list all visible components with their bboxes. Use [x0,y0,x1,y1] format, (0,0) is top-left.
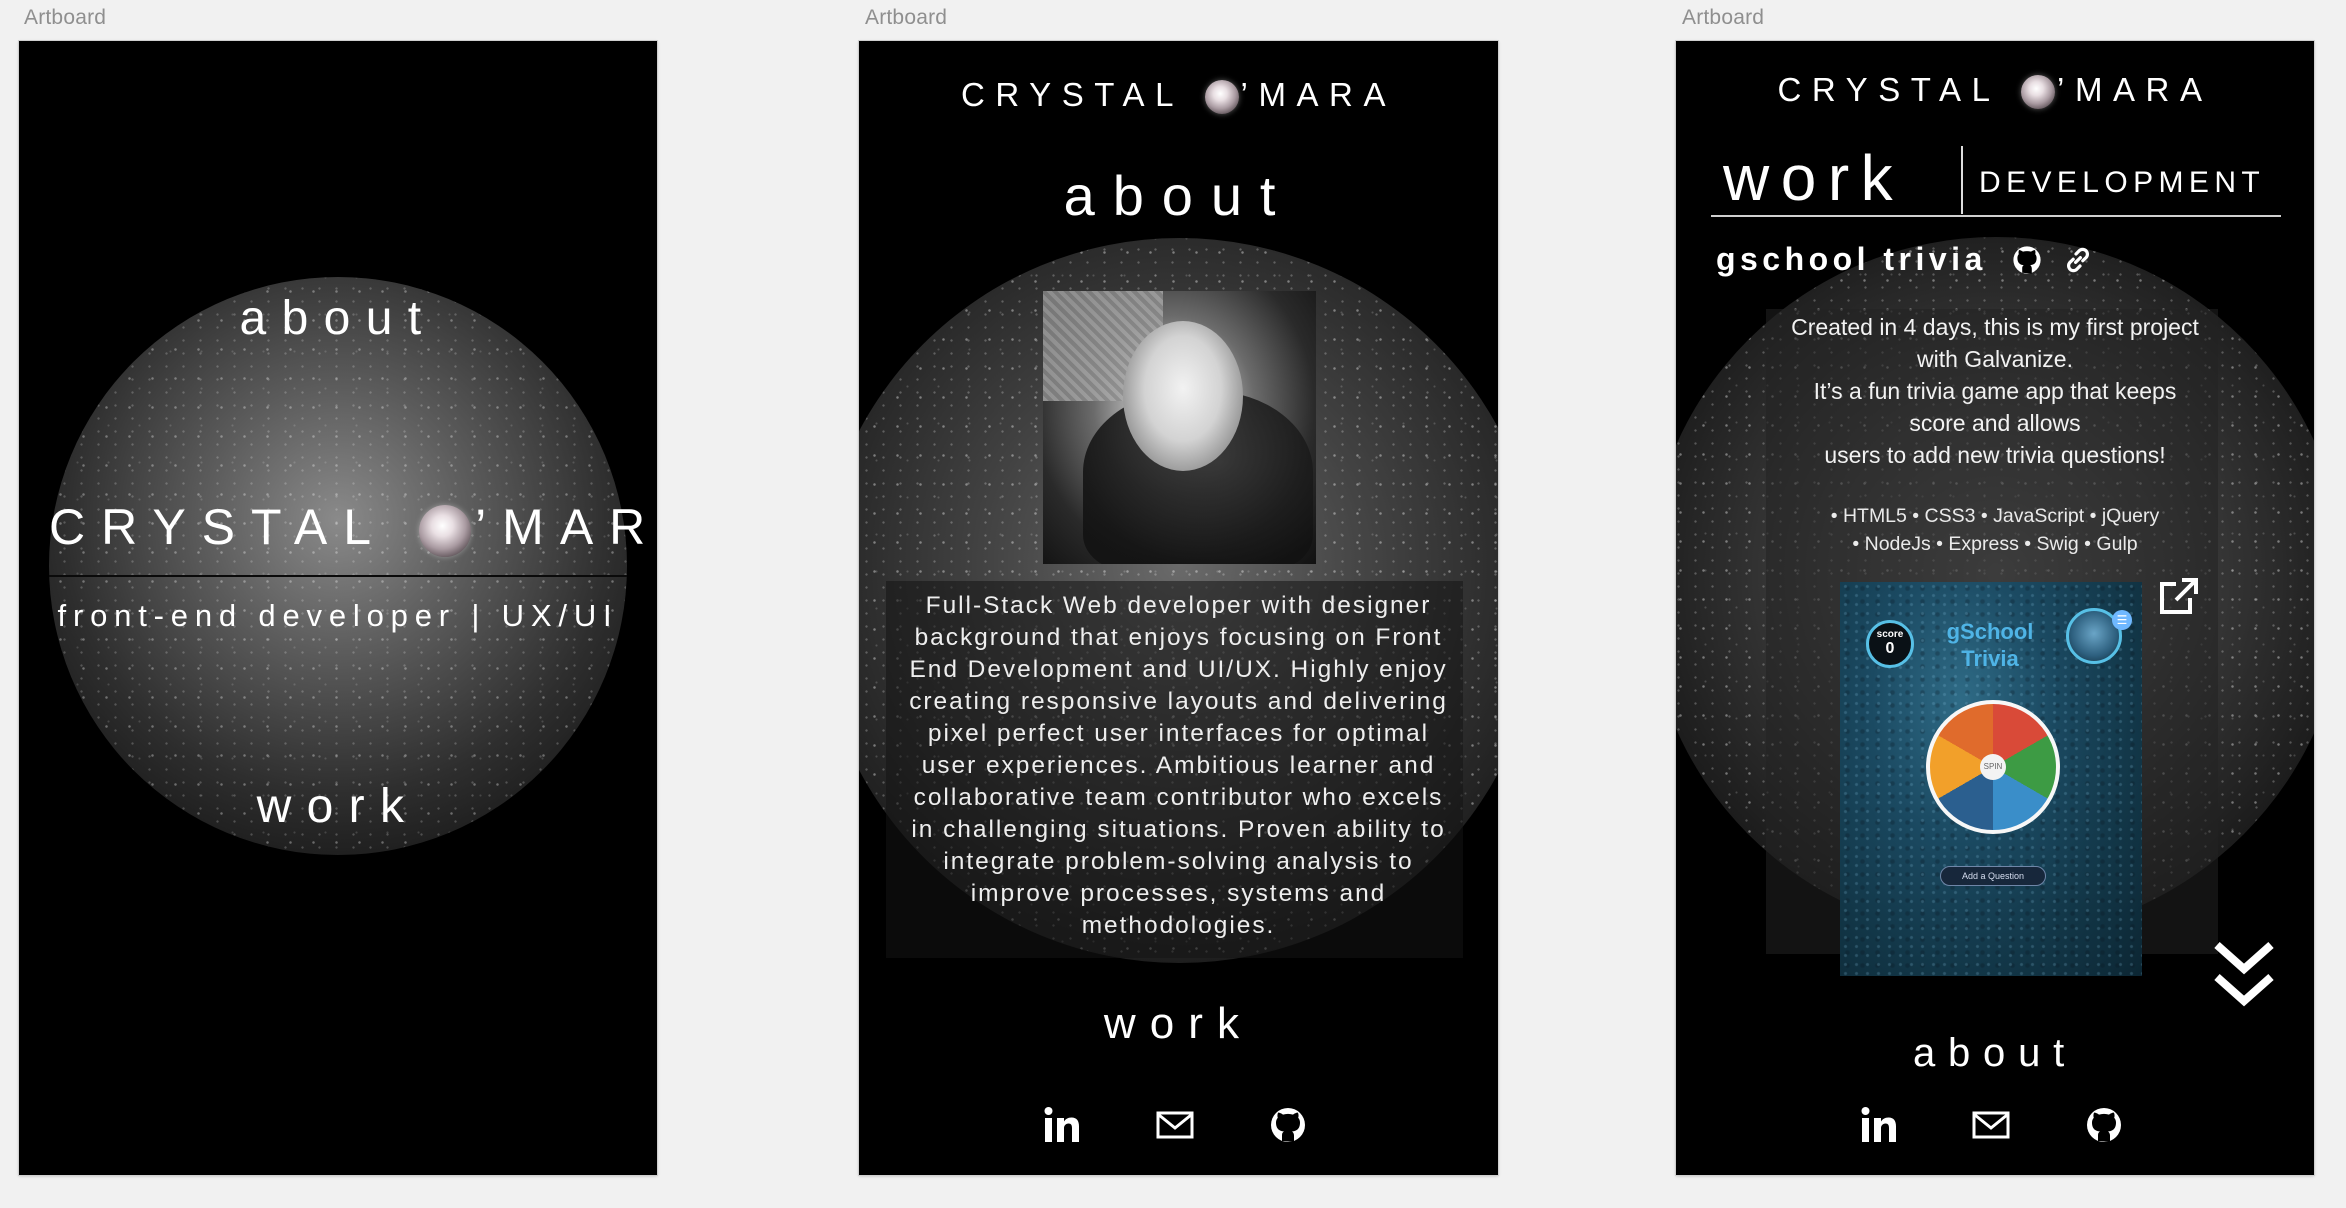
trivia-wheel: SPIN [1926,700,2060,834]
artboard-label[interactable]: Artboard [1682,6,1764,30]
brand-name-left: CRYSTAL [960,76,1183,113]
page-title: about [1063,164,1294,227]
project-title: gschool trivia [1716,241,1987,277]
orb-icon [419,504,472,557]
brand-logo[interactable]: CRYSTAL ’MARA [859,76,1498,115]
artboard-about: CRYSTAL ’MARA about Full-Stack Web devel… [859,41,1498,1175]
artboard-work: CRYSTAL ’MARA work DEVELOPMENT gschool t… [1676,41,2314,1175]
spin-center: SPIN [1980,754,2006,780]
nav-work-link[interactable]: work [19,779,657,834]
orb-icon [1204,80,1239,115]
linkedin-icon[interactable] [1859,1105,1899,1145]
brand-logo[interactable]: CRYSTAL ’MARA [1676,71,2314,110]
project-tech-stack: • HTML5 • CSS3 • JavaScript • jQuery • N… [1830,505,2160,555]
score-badge: score 0 [1866,620,1914,668]
title-separator [1961,146,1963,214]
brand-name-right: ’MARA [2057,71,2213,108]
artboard-home: about CRYSTAL ’MARA front-end developer … [19,41,657,1175]
profile-photo [1043,291,1316,564]
github-icon[interactable] [1268,1105,1308,1145]
hero-subtitle: front-end developer | UX/UI [57,598,619,633]
game-title: gSchool Trivia [1946,619,2034,671]
brand-name-right: ’MARA [475,499,657,555]
menu-icon: ☰ [2112,610,2132,630]
design-canvas: Artboard Artboard Artboard about CRYSTAL… [0,0,2346,1208]
hero-sphere [49,277,627,855]
orb-icon [2021,75,2056,110]
link-icon[interactable] [2062,244,2094,276]
project-header: gschool trivia [1716,241,2094,287]
nav-about-link[interactable]: about [19,291,657,346]
page-title: work [1723,142,1905,214]
hero-divider [49,575,627,577]
nav-about-link[interactable]: about [1676,1031,2314,1076]
github-icon[interactable] [2084,1105,2124,1145]
brand-name-left: CRYSTAL [49,499,386,555]
project-screenshot[interactable]: score 0 gSchool Trivia ☰ SPIN Add a Ques… [1840,582,2142,976]
header-underline [1711,215,2281,217]
bio-text: Full-Stack Web developer with designer b… [909,592,1448,939]
brand-name-right: ’MARA [1240,76,1397,113]
artboard-label[interactable]: Artboard [24,6,106,30]
project-description: Created in 4 days, this is my first proj… [1791,314,2199,468]
brand-name-left: CRYSTAL [1777,71,2000,108]
section-subtitle: DEVELOPMENT [1979,166,2266,199]
nav-work-link[interactable]: work [859,999,1498,1049]
brand-logo: CRYSTAL ’MARA [49,498,657,557]
double-chevron-down-icon[interactable] [2211,937,2277,1011]
add-question-button: Add a Question [1940,866,2046,886]
artboard-label[interactable]: Artboard [865,6,947,30]
mail-icon[interactable] [1971,1105,2011,1145]
linkedin-icon[interactable] [1042,1105,1082,1145]
external-link-icon[interactable] [2156,576,2200,616]
mail-icon[interactable] [1155,1105,1195,1145]
github-icon[interactable] [2011,244,2043,276]
